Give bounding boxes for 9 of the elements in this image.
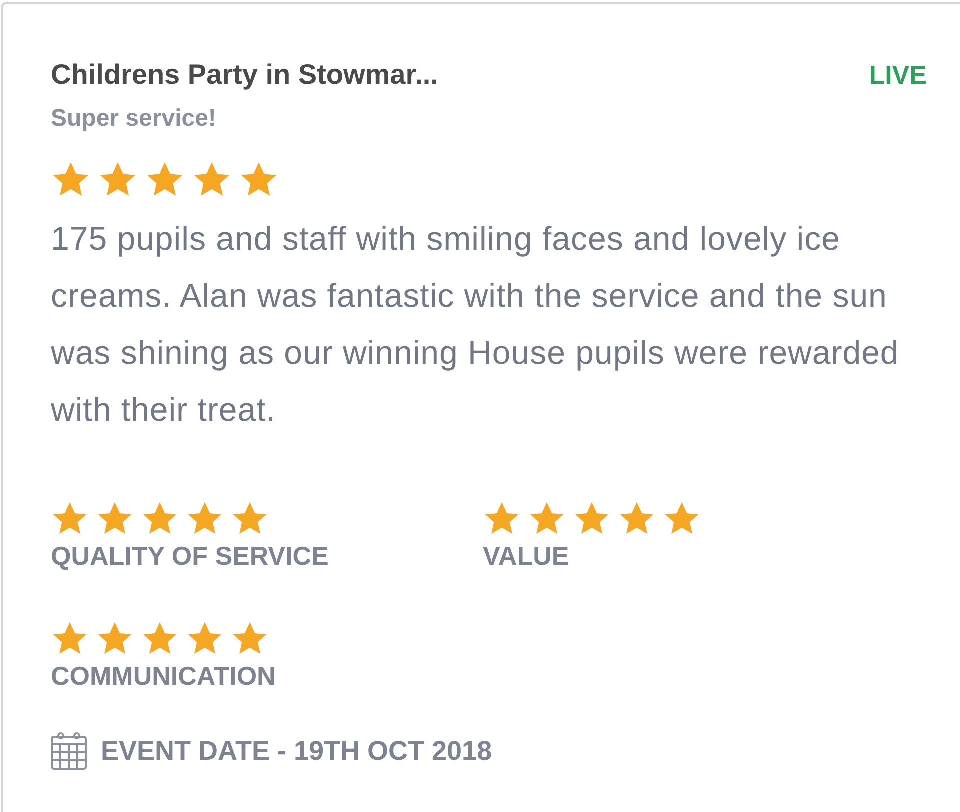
- review-text: 175 pupils and staff with smiling faces and lovely ice creams. Alan was fantastic with the service and the sun was shining as our winning House pupils were rewarded with their treat.: [51, 219, 900, 430]
- event-date: EVENT DATE - 19TH OCT 2018: [101, 735, 492, 768]
- calendar-icon: [51, 732, 87, 770]
- review-headline: Super service!: [51, 104, 216, 134]
- rating-label: QUALITY OF SERVICE: [51, 540, 329, 572]
- status-label: LIVE: [869, 59, 927, 92]
- review-title: Childrens Party in Stowmar...: [51, 58, 438, 92]
- rating-label: COMMUNICATION: [51, 660, 276, 692]
- rating-label: VALUE: [483, 540, 570, 572]
